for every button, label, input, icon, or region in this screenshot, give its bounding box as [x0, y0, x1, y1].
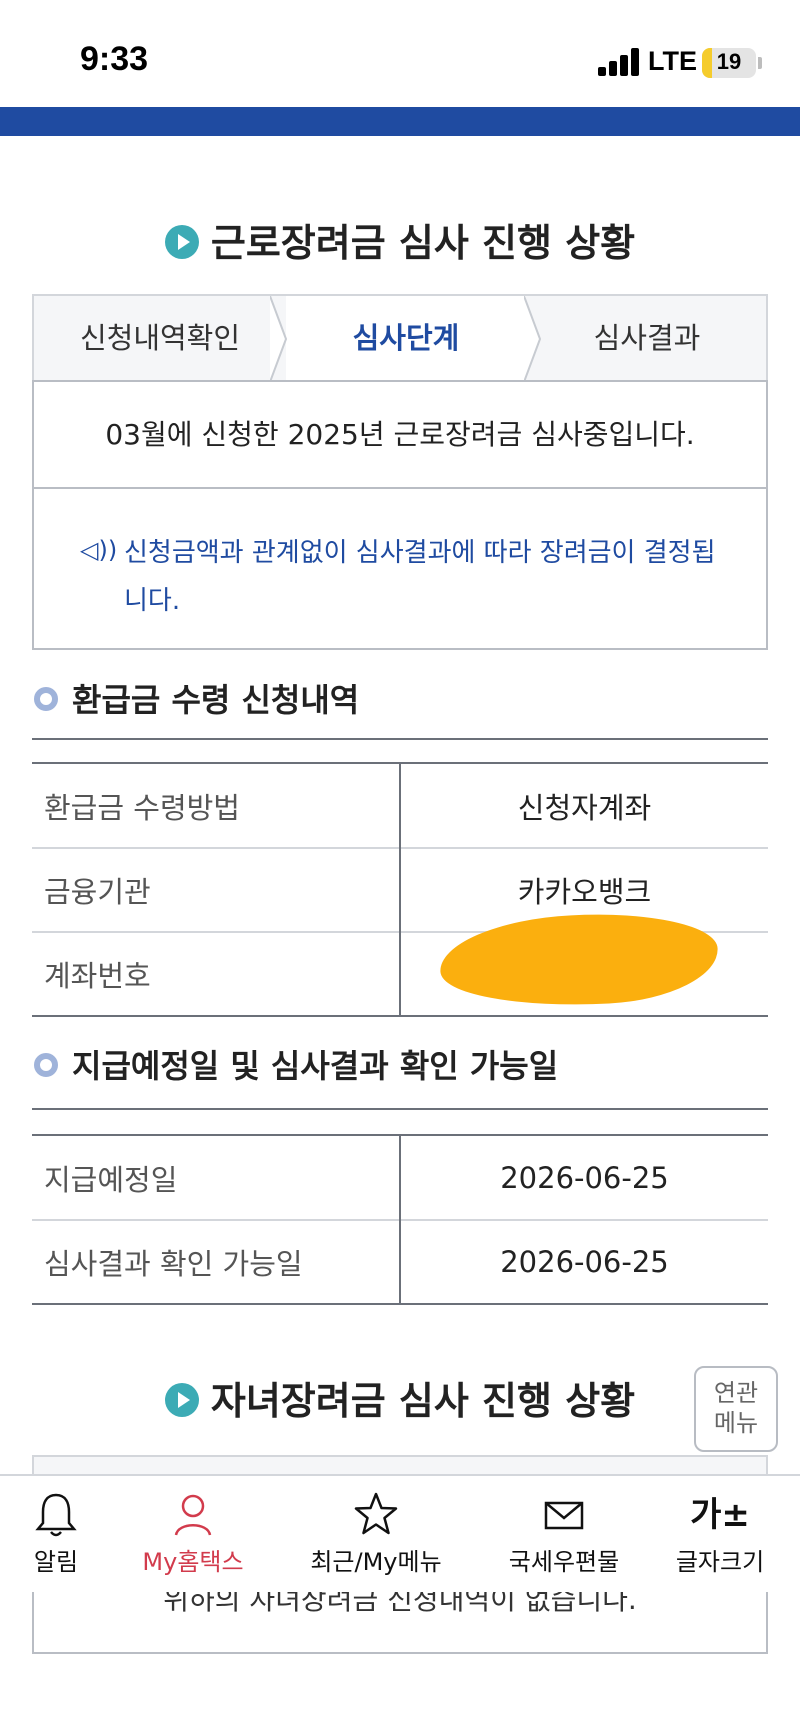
- result-date-value: 2026-06-25: [500, 1245, 669, 1279]
- payment-date-label: 지급예정일: [32, 1136, 401, 1220]
- status-time: 9:33: [80, 40, 149, 78]
- schedule-table: 지급예정일 2026-06-25 심사결과 확인 가능일 2026-06-25: [32, 1136, 768, 1305]
- section-title-child-incentive: 자녀장려금 심사 진행 상황: [0, 1370, 800, 1425]
- notice-text: 신청금액과 관계없이 심사결과에 따라 장려금이 결정됩니다.: [124, 538, 716, 616]
- battery-icon: 19: [702, 48, 756, 78]
- payment-date-value: 2026-06-25: [500, 1160, 669, 1195]
- bullet-ring-icon: [34, 687, 58, 711]
- divider: [32, 738, 768, 740]
- play-circle-icon: [164, 1382, 199, 1417]
- star-icon: [354, 1492, 398, 1535]
- tab-review-stage[interactable]: 심사단계: [286, 296, 526, 382]
- person-icon: [174, 1494, 212, 1536]
- nav-my-hometax[interactable]: My홈택스: [128, 1490, 258, 1590]
- table-row: 환급금 수령방법 신청자계좌: [32, 764, 768, 848]
- account-number-label: 계좌번호: [32, 932, 401, 1016]
- nav-tax-mail[interactable]: 국세우편물: [494, 1490, 634, 1590]
- speaker-icon: ◁)): [80, 536, 118, 564]
- mail-icon: [544, 1501, 584, 1530]
- notice-box: ◁)) 신청금액과 관계없이 심사결과에 따라 장려금이 결정됩니다.: [32, 487, 768, 650]
- tab-application-check[interactable]: 신청내역확인: [34, 296, 286, 382]
- nav-alerts[interactable]: 알림: [18, 1490, 94, 1590]
- nav-font-size[interactable]: 가± 글자크기: [664, 1490, 776, 1590]
- play-circle-icon: [164, 224, 199, 259]
- divider: [32, 1652, 768, 1654]
- font-size-icon: 가±: [690, 1495, 750, 1535]
- signal-icon: [598, 48, 642, 76]
- divider: [32, 1108, 768, 1110]
- table-row: 지급예정일 2026-06-25: [32, 1136, 768, 1220]
- related-menu-button[interactable]: 연관 메뉴: [694, 1366, 778, 1452]
- child-step-tabs: [32, 1455, 768, 1475]
- section-title-work-incentive: 근로장려금 심사 진행 상황: [0, 212, 800, 267]
- table-row: 심사결과 확인 가능일 2026-06-25: [32, 1220, 768, 1304]
- refund-section-title: 환급금 수령 신청내역: [34, 675, 359, 721]
- review-status-message: 03월에 신청한 2025년 근로장려금 심사중입니다.: [32, 380, 768, 489]
- child-incentive-message: 위하의 자녀장려금 신청내역이 없습니다.: [163, 1592, 637, 1616]
- tab-separator: [524, 296, 542, 382]
- battery-level: 19: [716, 49, 742, 74]
- refund-method-label: 환급금 수령방법: [32, 764, 401, 848]
- step-tabs: 신청내역확인 심사단계 심사결과: [32, 294, 768, 382]
- tab-separator: [270, 296, 288, 382]
- schedule-section-title: 지급예정일 및 심사결과 확인 가능일: [34, 1041, 558, 1087]
- child-incentive-box: 위하의 자녀장려금 신청내역이 없습니다.: [32, 1592, 768, 1652]
- status-bar: 9:33 LTE 19: [0, 0, 800, 105]
- tab-review-result[interactable]: 심사결과: [526, 296, 768, 382]
- network-type: LTE: [648, 46, 697, 76]
- bank-label: 금융기관: [32, 848, 401, 932]
- bell-icon: [35, 1493, 77, 1537]
- result-date-label: 심사결과 확인 가능일: [32, 1220, 401, 1304]
- battery-tip: [758, 57, 762, 69]
- bullet-ring-icon: [34, 1053, 58, 1077]
- bottom-nav: 알림 My홈택스 최근/My메뉴 국세우편물 가± 글자크기: [0, 1474, 800, 1592]
- header-bar: [0, 107, 800, 136]
- nav-recent-my-menu[interactable]: 최근/My메뉴: [298, 1490, 454, 1590]
- refund-method-value: 신청자계좌: [517, 790, 652, 825]
